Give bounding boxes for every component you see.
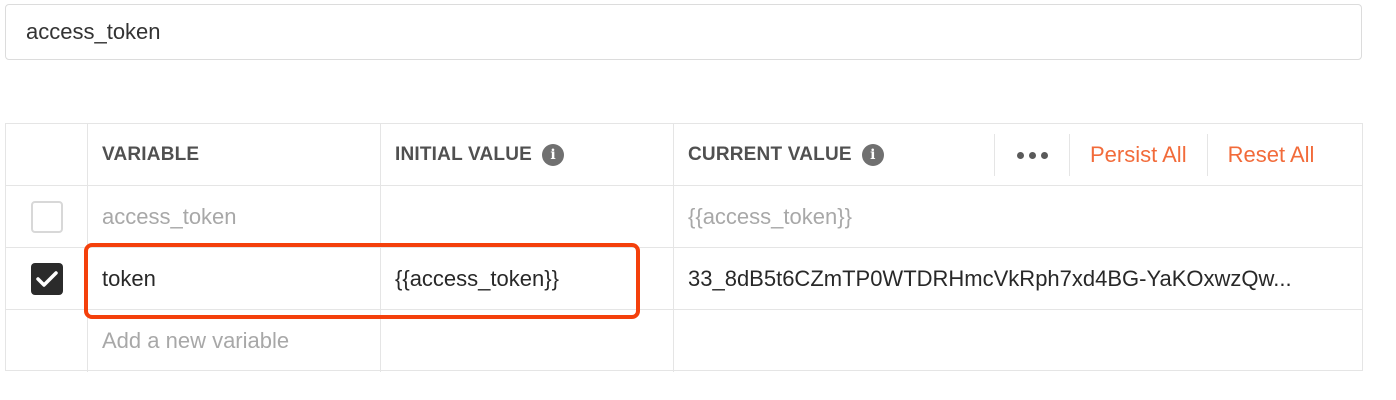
reset-all-button[interactable]: Reset All [1208,142,1335,168]
column-header-variable: VARIABLE [102,143,200,165]
new-variable-row: Add a new variable [6,310,1362,372]
info-icon[interactable]: i [542,143,565,166]
more-dots-icon[interactable] [995,151,1069,159]
persist-all-button[interactable]: Persist All [1070,142,1207,168]
column-header-current-value: CURRENT VALUE [688,143,852,165]
enable-checkbox[interactable] [30,200,63,233]
current-value: 33_8dB5t6CZmTP0WTDRHmcVkRph7xd4BG-YaKOxw… [688,265,1292,291]
environment-name-input[interactable] [5,4,1362,60]
table-row: access_token {{access_token}} [6,186,1362,248]
variables-table: VARIABLE INITIAL VALUE i CURRENT VALUE i… [5,123,1363,372]
current-value: {{access_token}} [688,203,852,229]
add-new-variable-input[interactable]: Add a new variable [102,328,289,354]
initial-value: {{access_token}} [395,265,559,291]
table-header-row: VARIABLE INITIAL VALUE i CURRENT VALUE i… [6,124,1362,186]
variable-name: token [102,265,156,291]
table-row: token {{access_token}} 33_8dB5t6CZmTP0WT… [6,248,1362,310]
info-icon[interactable]: i [861,143,884,166]
checkmark-icon [35,270,58,287]
column-header-initial-value: INITIAL VALUE [395,143,533,165]
variable-name: access_token [102,203,237,229]
table-actions: Persist All Reset All [994,134,1334,176]
enable-checkbox[interactable] [30,262,63,295]
